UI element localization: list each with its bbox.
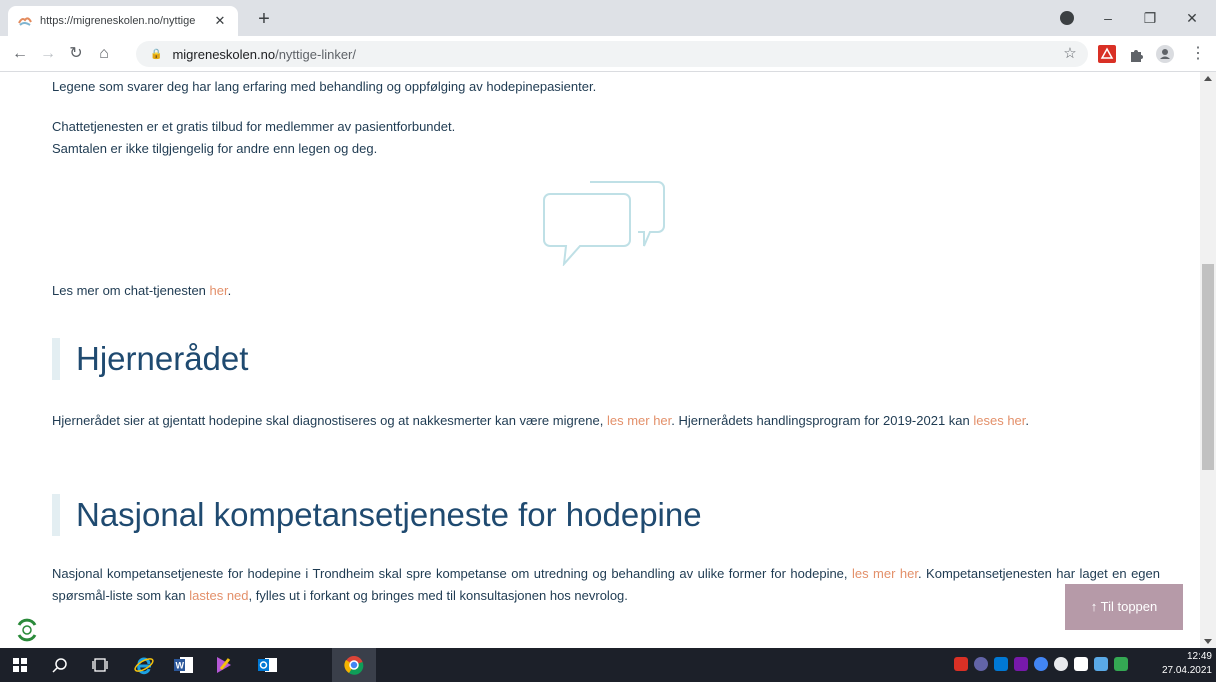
hjernerad-link-read-more[interactable]: les mer her — [607, 413, 671, 428]
hjernerad-link-program[interactable]: leses her — [973, 413, 1025, 428]
url-path: /nyttige-linker/ — [275, 46, 356, 62]
windows-start-icon[interactable] — [0, 648, 40, 682]
taskbar: W 12:49 27.04.2021 — [0, 648, 1216, 682]
page-content: Legene som svarer deg har lang erfaring … — [0, 72, 1200, 648]
extensions-puzzle-icon[interactable] — [1128, 45, 1146, 63]
paragraph-doctors: Legene som svarer deg har lang erfaring … — [52, 79, 597, 94]
nasjonal-link-read-more[interactable]: les mer her — [852, 566, 918, 581]
new-tab-button[interactable]: + — [250, 6, 278, 32]
heading-hjernerad: Hjernerådet — [52, 338, 248, 380]
tray-app-icon-3[interactable] — [1054, 657, 1068, 671]
browser-tab[interactable]: https://migreneskolen.no/nyttige ✕ — [8, 6, 238, 36]
profile-avatar-icon[interactable] — [1156, 45, 1174, 63]
paragraph-nasjonal: Nasjonal kompetansetjeneste for hodepine… — [52, 563, 1160, 607]
tray-onenote-icon[interactable] — [1014, 657, 1028, 671]
minimize-button[interactable]: – — [1088, 0, 1128, 36]
tray-app-icon-2[interactable] — [1034, 657, 1048, 671]
close-window-button[interactable]: ✕ — [1172, 0, 1212, 36]
menu-kebab-icon[interactable]: ⋮ — [1186, 42, 1210, 66]
lock-icon: 🔒 — [150, 48, 163, 60]
word-icon[interactable]: W — [164, 648, 204, 682]
svg-text:W: W — [176, 661, 185, 671]
outlook-icon[interactable] — [248, 648, 288, 682]
tray-shield-icon[interactable] — [1074, 657, 1088, 671]
search-icon[interactable] — [40, 648, 80, 682]
maximize-button[interactable]: ❐ — [1130, 0, 1170, 36]
paragraph-chat-free: Chattetjenesten er et gratis tilbud for … — [52, 119, 456, 134]
scrollbar-thumb[interactable] — [1202, 264, 1214, 470]
forward-icon[interactable]: → — [36, 42, 60, 66]
scroll-up-icon[interactable] — [1204, 76, 1212, 81]
nasjonal-text-1: Nasjonal kompetansetjeneste for hodepine… — [52, 566, 852, 581]
url-domain: migreneskolen.no — [172, 46, 276, 62]
paint-app-icon[interactable] — [204, 648, 244, 682]
hjernerad-text-2: . Hjernerådets handlingsprogram for 2019… — [671, 413, 974, 428]
chat-more-text: Les mer om chat-tjenesten — [52, 283, 210, 298]
reload-icon[interactable]: ↻ — [64, 42, 88, 66]
nasjonal-text-3: , fylles ut i forkant og bringes med til… — [248, 588, 628, 603]
to-top-button[interactable]: ↑ Til toppen — [1065, 584, 1183, 630]
home-icon[interactable]: ⌂ — [92, 42, 116, 66]
paragraph-chat-more: Les mer om chat-tjenesten her. — [52, 280, 231, 302]
heading-nasjonal: Nasjonal kompetansetjeneste for hodepine — [52, 494, 702, 536]
paragraph-chat-private: Samtalen er ikke tilgjengelig for andre … — [52, 141, 378, 156]
tab-title: https://migreneskolen.no/nyttige — [40, 15, 196, 27]
tray-app-icon-4[interactable] — [1114, 657, 1128, 671]
chat-more-end: . — [227, 283, 232, 298]
internet-explorer-icon[interactable] — [124, 648, 164, 682]
chat-bubbles-icon — [543, 181, 665, 266]
chrome-icon[interactable] — [332, 648, 376, 682]
tray-network-icon[interactable] — [1094, 657, 1108, 671]
clock-time: 12:49 — [1186, 651, 1212, 662]
task-view-icon[interactable] — [80, 648, 120, 682]
chat-more-link[interactable]: her — [210, 283, 228, 298]
clock-date: 27.04.2021 — [1161, 665, 1212, 676]
tray-outlook-icon[interactable] — [994, 657, 1008, 671]
tab-strip: https://migreneskolen.no/nyttige ✕ + – ❐… — [0, 0, 1216, 36]
paragraph-hjernerad: Hjernerådet sier at gjentatt hodepine sk… — [52, 410, 1160, 432]
hjernerad-text-1: Hjernerådet sier at gjentatt hodepine sk… — [52, 413, 607, 428]
tab-search-icon[interactable] — [1060, 11, 1074, 25]
taskbar-clock[interactable]: 12:49 27.04.2021 — [1150, 650, 1212, 678]
tray-app-icon-1[interactable] — [954, 657, 968, 671]
scroll-down-icon[interactable] — [1204, 639, 1212, 644]
bookmark-star-icon[interactable]: ☆ — [1058, 42, 1082, 66]
browser-toolbar: ← → ↻ ⌂ 🔒 migreneskolen.no/nyttige-linke… — [0, 36, 1216, 72]
hjernerad-text-3: . — [1025, 413, 1030, 428]
site-logo-icon[interactable] — [14, 617, 40, 643]
tray-teams-icon[interactable] — [974, 657, 988, 671]
tab-close-icon[interactable]: ✕ — [212, 13, 228, 29]
back-icon[interactable]: ← — [8, 42, 32, 66]
pdf-extension-icon[interactable] — [1098, 45, 1116, 63]
address-bar[interactable]: 🔒 migreneskolen.no/nyttige-linker/ — [136, 41, 1088, 67]
site-favicon-icon — [18, 17, 32, 26]
nasjonal-link-download[interactable]: lastes ned — [189, 588, 248, 603]
page-scrollbar[interactable] — [1200, 72, 1216, 648]
